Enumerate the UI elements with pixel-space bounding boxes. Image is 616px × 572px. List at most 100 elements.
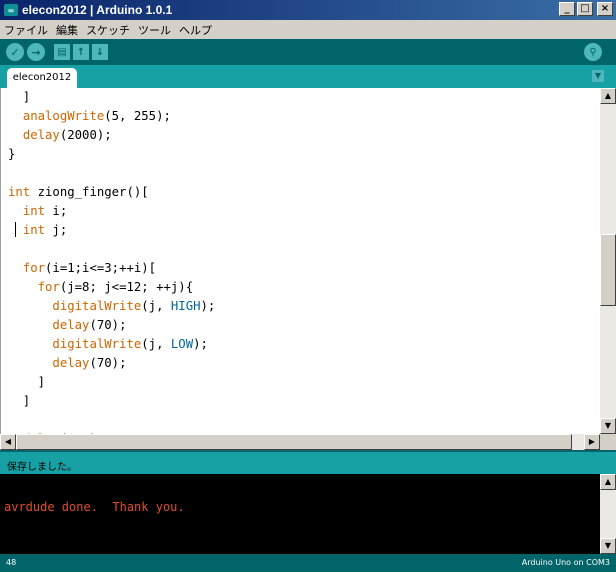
- code-line[interactable]: [8, 240, 215, 259]
- vertical-scroll-thumb[interactable]: [600, 234, 616, 306]
- code-token: i;: [45, 204, 68, 218]
- code-line[interactable]: ]: [8, 88, 215, 107]
- console-text: avrdude done. Thank you.: [4, 500, 185, 514]
- code-token: );: [200, 299, 216, 313]
- menu-sketch[interactable]: スケッチ: [82, 22, 134, 38]
- console-output[interactable]: avrdude done. Thank you.: [0, 474, 600, 554]
- code-token: j;: [45, 223, 68, 237]
- code-line[interactable]: delay(2000);: [8, 126, 215, 145]
- open-sketch-icon[interactable]: ↑: [73, 44, 89, 60]
- code-line[interactable]: delay(70);: [8, 316, 215, 335]
- scroll-right-arrow-icon[interactable]: ▶: [584, 434, 600, 450]
- scroll-left-arrow-icon[interactable]: ◀: [0, 434, 16, 450]
- menu-tools[interactable]: ツール: [134, 22, 175, 38]
- new-sketch-icon[interactable]: ▤: [54, 44, 70, 60]
- code-line[interactable]: ]: [8, 373, 215, 392]
- tab-bar: elecon2012 ▼: [0, 65, 616, 88]
- title-bar: ∞ elecon2012 | Arduino 1.0.1 _ □ ×: [0, 0, 616, 20]
- code-line[interactable]: [8, 411, 215, 430]
- code-token-cn: LOW: [170, 337, 194, 351]
- window-title: elecon2012 | Arduino 1.0.1: [22, 3, 173, 17]
- scrollbar-corner: [600, 434, 616, 450]
- code-token: );: [193, 337, 208, 351]
- code-token-ty: int: [22, 204, 46, 218]
- window-controls: _ □ ×: [559, 2, 613, 16]
- code-token-kw: for: [22, 261, 46, 275]
- verify-icon[interactable]: ✓: [6, 43, 24, 61]
- menu-help[interactable]: ヘルプ: [175, 22, 216, 38]
- menu-file[interactable]: ファイル: [0, 22, 52, 38]
- code-line[interactable]: int i;: [8, 202, 215, 221]
- code-line[interactable]: ]: [8, 392, 215, 411]
- horizontal-scroll-thumb[interactable]: [16, 434, 572, 450]
- code-editor[interactable]: ] analogWrite(5, 255); delay(2000);} int …: [0, 88, 600, 434]
- arduino-logo-icon: ∞: [4, 4, 18, 16]
- code-line[interactable]: for(j=8; j<=12; ++j){: [8, 278, 215, 297]
- board-info: Arduino Uno on COM3: [521, 558, 610, 567]
- minimize-button[interactable]: _: [559, 2, 575, 16]
- code-token: (i=1;i<=3;++i)[: [45, 261, 157, 275]
- code-line[interactable]: }: [8, 145, 215, 164]
- close-button[interactable]: ×: [597, 2, 613, 16]
- bottom-bar: 48 Arduino Uno on COM3: [0, 554, 616, 572]
- code-token-kw: for: [37, 280, 60, 294]
- code-line[interactable]: int j;: [8, 221, 215, 240]
- code-token: (j=8; j<=12; ++j){: [59, 280, 194, 294]
- code-token-kw: digitalWrite: [52, 299, 142, 313]
- code-token-kw: delay: [52, 318, 90, 332]
- code-token-ty: int: [8, 185, 31, 199]
- code-token: (j,: [141, 337, 171, 351]
- serial-monitor-icon[interactable]: ⚲: [584, 43, 602, 61]
- code-token: ]: [8, 90, 31, 104]
- console-scroll-down-arrow-icon[interactable]: ▼: [600, 538, 616, 554]
- code-line[interactable]: for(i=1;i<=3;++i)[: [8, 259, 215, 278]
- upload-icon[interactable]: →: [27, 43, 45, 61]
- code-token: }: [8, 147, 16, 161]
- status-message: 保存しました。: [7, 462, 77, 473]
- tab-menu-chevron-down-icon[interactable]: ▼: [592, 70, 604, 82]
- menu-edit[interactable]: 編集: [52, 22, 82, 38]
- code-area[interactable]: ] analogWrite(5, 255); delay(2000);} int …: [8, 88, 215, 434]
- code-token-kw: digitalWrite: [52, 337, 142, 351]
- code-line[interactable]: digitalWrite(j, HIGH);: [8, 297, 215, 316]
- console-scroll-up-arrow-icon[interactable]: ▲: [600, 474, 616, 490]
- save-sketch-icon[interactable]: ↓: [92, 44, 108, 60]
- code-line[interactable]: int ziong_finger()[: [8, 183, 215, 202]
- code-token: ziong_finger()[: [30, 185, 149, 199]
- code-token-kw: delay: [22, 128, 60, 142]
- status-bar: 保存しました。: [0, 450, 616, 474]
- code-line[interactable]: delay(70);: [8, 354, 215, 373]
- scroll-up-arrow-icon[interactable]: ▲: [600, 88, 616, 104]
- code-token: (70);: [89, 356, 127, 370]
- console-vertical-scrollbar[interactable]: ▲ ▼: [600, 474, 616, 554]
- code-line[interactable]: digitalWrite(j, LOW);: [8, 335, 215, 354]
- code-line[interactable]: analogWrite(5, 255);: [8, 107, 215, 126]
- code-line[interactable]: [8, 164, 215, 183]
- code-token: (5, 255);: [104, 109, 171, 123]
- maximize-button[interactable]: □: [577, 2, 593, 16]
- menu-bar: ファイル 編集 スケッチ ツール ヘルプ: [0, 20, 616, 39]
- text-cursor: [15, 222, 16, 237]
- toolbar: ✓ → ▤ ↑ ↓ ⚲: [0, 39, 616, 65]
- editor-horizontal-scrollbar[interactable]: ◀ ▶: [0, 434, 600, 450]
- code-token-kw: analogWrite: [22, 109, 105, 123]
- code-token: (2000);: [59, 128, 112, 142]
- tab-elecon2012[interactable]: elecon2012: [7, 68, 77, 88]
- code-token: (j,: [141, 299, 171, 313]
- editor-vertical-scrollbar[interactable]: ▲ ▼: [600, 88, 616, 434]
- code-token: (70);: [89, 318, 127, 332]
- code-token: ]: [8, 375, 46, 389]
- code-token-ty: int: [22, 223, 46, 237]
- line-number: 48: [6, 558, 17, 567]
- scroll-down-arrow-icon[interactable]: ▼: [600, 418, 616, 434]
- code-token-cn: HIGH: [170, 299, 201, 313]
